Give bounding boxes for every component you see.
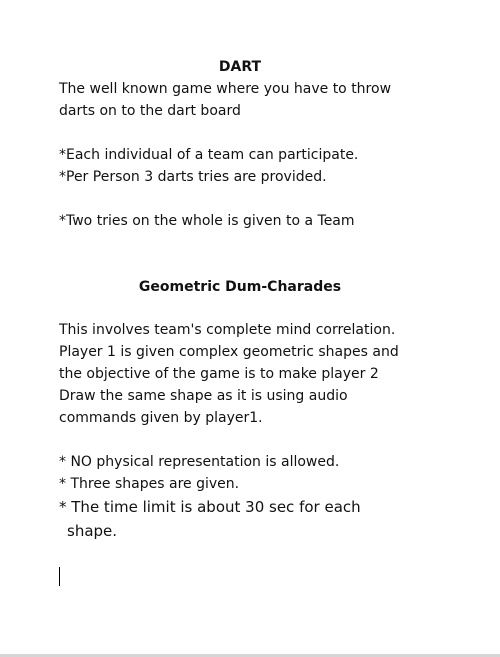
rule-item: * NO physical representation is allowed. xyxy=(59,454,340,470)
paragraph-line: This involves team's complete mind corre… xyxy=(59,322,396,338)
section-title-charades: Geometric Dum-Charades xyxy=(138,279,342,295)
document-page[interactable]: DART The well known game where you have … xyxy=(0,0,500,654)
text-cursor xyxy=(59,567,60,586)
section-title-dart: DART xyxy=(218,59,262,75)
paragraph-line: Player 1 is given complex geometric shap… xyxy=(59,344,399,360)
rule-item: * Three shapes are given. xyxy=(59,476,240,492)
rule-item-continuation: shape. xyxy=(67,522,118,540)
paragraph-line: Draw the same shape as it is using audio xyxy=(59,388,348,404)
rule-item: *Each individual of a team can participa… xyxy=(59,147,359,163)
paragraph-line: commands given by player1. xyxy=(59,410,263,426)
rule-item: *Two tries on the whole is given to a Te… xyxy=(59,213,355,229)
rule-item: *Per Person 3 darts tries are provided. xyxy=(59,169,327,185)
rule-item: * The time limit is about 30 sec for eac… xyxy=(59,498,361,516)
paragraph-line: darts on to the dart board xyxy=(59,103,241,119)
paragraph-line: the objective of the game is to make pla… xyxy=(59,366,379,382)
paragraph-line: The well known game where you have to th… xyxy=(59,81,392,97)
